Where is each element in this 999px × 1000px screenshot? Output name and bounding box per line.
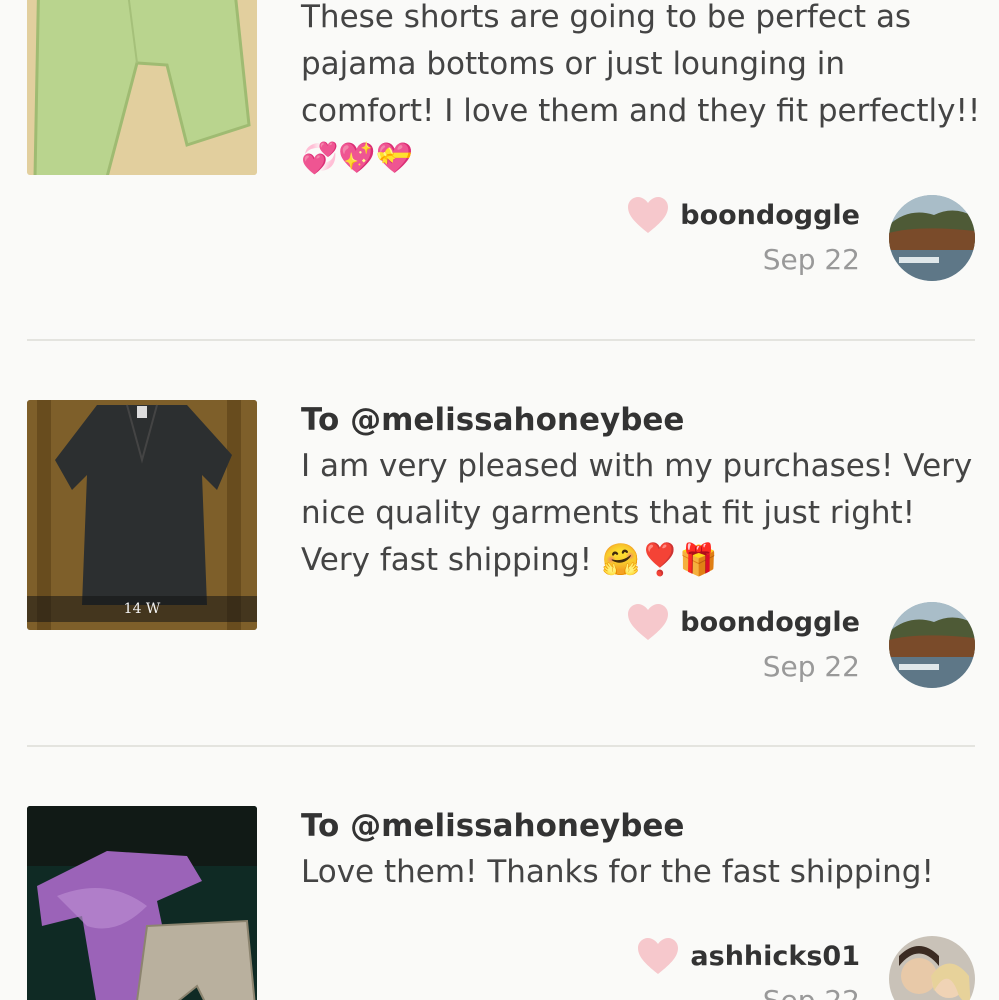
purple-tiedye-and-shorts-image: [27, 806, 257, 1000]
review-text-line: nice quality garments that fit just righ…: [301, 495, 916, 531]
heart-icon[interactable]: [636, 936, 680, 976]
review-body: These shorts are going to be perfect as …: [301, 0, 981, 182]
review-feed: These shorts are going to be perfect as …: [0, 0, 999, 1000]
review-divider: [27, 745, 975, 747]
review-meta: boondoggle Sep 22: [626, 195, 860, 276]
review-photo-black-top[interactable]: 14 W: [27, 400, 257, 630]
reviewer-avatar[interactable]: [889, 936, 975, 1000]
review-text-line: These shorts are going to be perfect as: [301, 0, 912, 35]
heart-icon[interactable]: [626, 602, 670, 642]
review-emoji-line: 💞💖💝: [301, 141, 414, 176]
review-meta: ashhicks01 Sep 22: [636, 936, 860, 1000]
review-text-line: I am very pleased with my purchases! Ver…: [301, 448, 973, 484]
photo-caption: 14 W: [27, 596, 257, 622]
review-text-line: Love them! Thanks for the fast shipping!: [301, 854, 934, 890]
landscape-river-avatar-image: [889, 602, 975, 688]
review-recipient[interactable]: To @melissahoneybee: [301, 803, 981, 849]
review-text-line: Very fast shipping! 🤗❣️🎁: [301, 542, 718, 578]
reviewer-avatar[interactable]: [889, 602, 975, 688]
heart-icon[interactable]: [626, 195, 670, 235]
reviewer-username[interactable]: boondoggle: [680, 200, 860, 231]
reviewer-avatar[interactable]: [889, 195, 975, 281]
review-text-line: comfort! I love them and they fit perfec…: [301, 93, 981, 129]
review-text-line: pajama bottoms or just lounging in: [301, 46, 846, 82]
reviewer-username[interactable]: ashhicks01: [690, 941, 860, 972]
review-date: Sep 22: [762, 650, 860, 683]
people-selfie-avatar-image: [889, 936, 975, 1000]
review-photo-green-shorts[interactable]: [27, 0, 257, 175]
green-shorts-image: [27, 0, 257, 175]
review-body: To @melissahoneybee Love them! Thanks fo…: [301, 803, 981, 896]
review-date: Sep 22: [762, 243, 860, 276]
landscape-river-avatar-image: [889, 195, 975, 281]
review-photo-purple-tiedye[interactable]: [27, 806, 257, 1000]
reviewer-username[interactable]: boondoggle: [680, 607, 860, 638]
review-body: To @melissahoneybee I am very pleased wi…: [301, 397, 981, 584]
review-date: Sep 22: [636, 984, 860, 1000]
review-recipient[interactable]: To @melissahoneybee: [301, 397, 981, 443]
review-divider: [27, 339, 975, 341]
review-meta: boondoggle Sep 22: [626, 602, 860, 683]
